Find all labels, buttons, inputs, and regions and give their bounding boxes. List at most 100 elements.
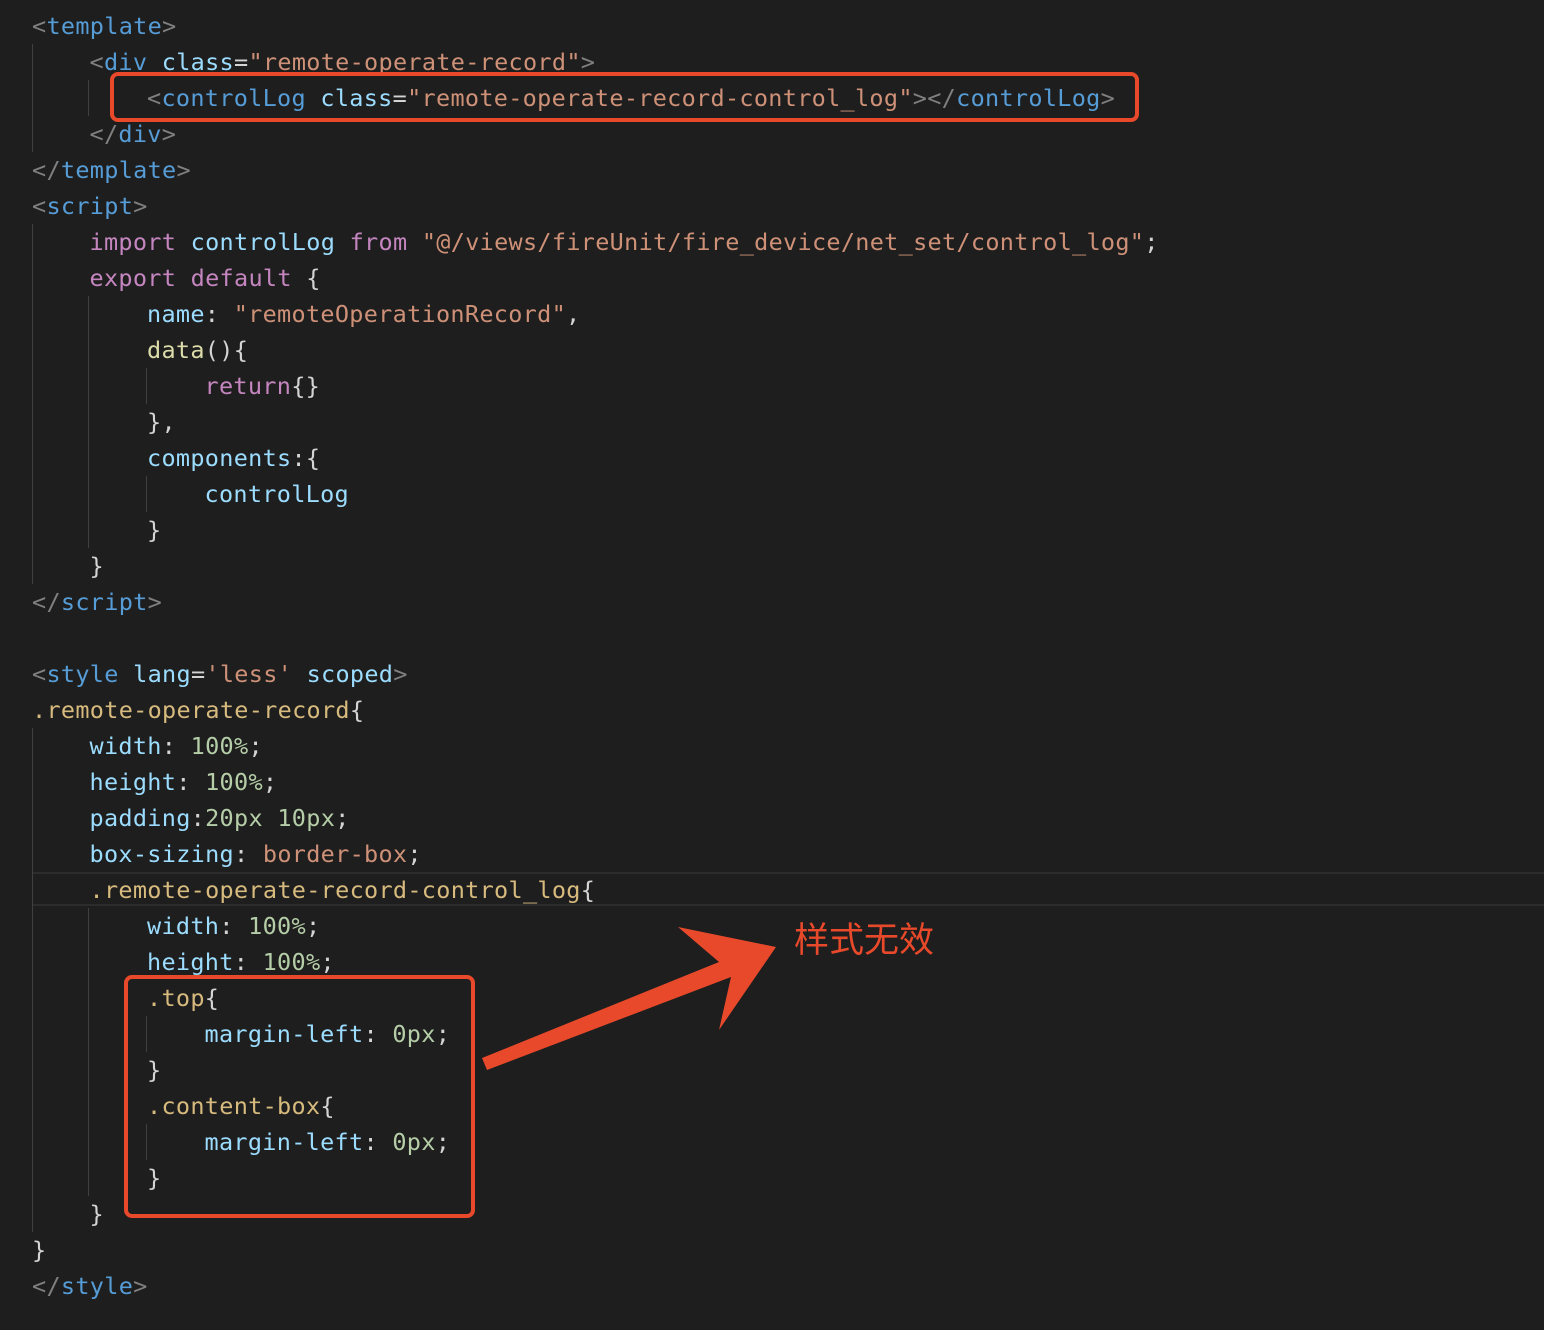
code-line: return{}: [205, 368, 321, 404]
code-token: padding: [89, 804, 191, 832]
code-token: controlLog: [204, 480, 349, 508]
code-line: <script>: [32, 188, 148, 224]
code-line: width: 100%;: [90, 728, 263, 764]
indent-guide: [32, 728, 33, 1232]
code-line: }: [90, 548, 104, 584]
code-token: 'less': [205, 660, 293, 688]
code-token: }: [147, 516, 162, 544]
code-token: :{: [291, 444, 321, 472]
code-token: template: [46, 12, 163, 40]
code-line: export default {: [90, 260, 321, 296]
code-token: </: [32, 1272, 61, 1300]
code-token: }: [89, 1200, 104, 1228]
code-token: ;: [320, 948, 335, 976]
code-token: controlLog: [190, 228, 336, 256]
code-token: data: [147, 336, 205, 364]
code-token: }: [32, 1236, 47, 1264]
code-token: <: [32, 660, 47, 688]
code-token: import: [89, 228, 177, 256]
code-token: style: [60, 1272, 134, 1300]
code-token: >: [133, 192, 148, 220]
code-line: controlLog: [205, 476, 349, 512]
annotation-box-nested-styles: [124, 975, 475, 1218]
code-token: ,: [566, 300, 581, 328]
code-token: height: [147, 948, 234, 976]
code-line: .remote-operate-record-control_log{: [90, 872, 596, 908]
code-line: </style>: [32, 1268, 148, 1304]
code-line: }: [90, 1196, 104, 1232]
code-line: padding:20px 10px;: [90, 800, 350, 836]
code-token: .remote-operate-record-control_log: [89, 876, 581, 904]
code-token: }: [89, 552, 104, 580]
code-token: default: [190, 264, 292, 292]
code-token: width: [89, 732, 162, 760]
code-line: }: [32, 1232, 46, 1268]
code-line: height: 100%;: [90, 764, 278, 800]
code-token: :: [233, 840, 263, 868]
code-token: height: [89, 768, 177, 796]
code-token: width: [147, 912, 220, 940]
code-token: </: [32, 588, 61, 616]
indent-guide: [146, 476, 147, 512]
code-token: <: [32, 12, 47, 40]
code-line: <template>: [32, 8, 177, 44]
code-token: :: [190, 804, 206, 832]
code-token: >: [162, 12, 177, 40]
code-token: script: [60, 588, 148, 616]
code-line: </template>: [32, 152, 191, 188]
code-token: ;: [305, 912, 321, 940]
indent-guide: [88, 80, 89, 116]
code-token: <: [89, 48, 104, 76]
code-token: 20px: [205, 804, 263, 832]
code-token: >: [161, 120, 177, 148]
code-token: ;: [1144, 228, 1159, 256]
code-line: <style lang='less' scoped>: [32, 656, 408, 692]
code-token: >: [176, 156, 191, 184]
code-token: box-sizing: [89, 840, 234, 868]
code-token: ;: [335, 804, 350, 832]
code-token: template: [60, 156, 177, 184]
annotation-label: 样式无效: [794, 921, 935, 961]
code-token: 10px: [277, 804, 336, 832]
code-token: 100%: [205, 768, 263, 796]
code-token: =: [190, 660, 206, 688]
code-token: (){: [204, 336, 249, 364]
code-line: name: "remoteOperationRecord",: [147, 296, 580, 332]
code-token: {: [580, 876, 596, 904]
code-line: </script>: [32, 584, 162, 620]
code-token: .remote-operate-record: [32, 696, 350, 724]
code-token: return: [204, 372, 292, 400]
code-token: "remoteOperationRecord": [233, 300, 567, 328]
code-token: {: [291, 264, 321, 292]
code-token: scoped: [306, 660, 394, 688]
code-token: components: [147, 444, 292, 472]
code-token: 100%: [190, 732, 249, 760]
code-token: },: [147, 408, 176, 436]
indent-guide: [88, 296, 89, 548]
code-token: script: [46, 192, 134, 220]
code-token: >: [393, 660, 408, 688]
code-line: import controlLog from "@/views/fireUnit…: [90, 224, 1159, 260]
code-token: 100%: [262, 948, 321, 976]
code-token: :: [219, 912, 249, 940]
indent-guide: [88, 908, 89, 1196]
code-token: ;: [248, 732, 263, 760]
indent-guide: [32, 44, 33, 152]
code-token: ;: [407, 840, 422, 868]
code-line: .remote-operate-record{: [32, 692, 364, 728]
code-line: },: [147, 404, 176, 440]
indent-guide: [32, 224, 33, 584]
code-token: :: [233, 948, 263, 976]
annotation-box-controllog: [110, 72, 1139, 122]
code-token: from: [349, 228, 408, 256]
code-token: div: [118, 120, 162, 148]
code-token: :: [161, 732, 191, 760]
code-token: </: [89, 120, 119, 148]
